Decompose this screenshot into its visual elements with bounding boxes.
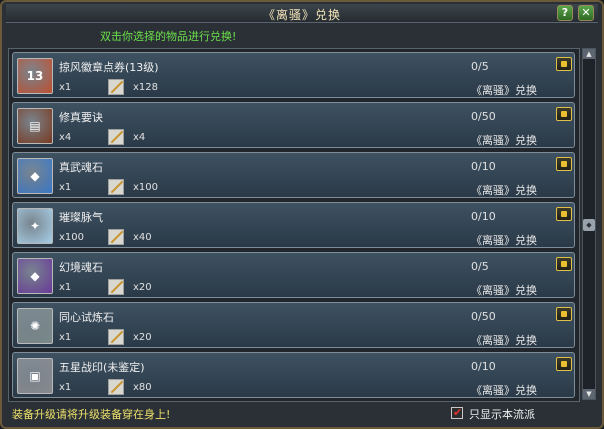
exchange-window: 《离骚》兑换 ? ✕ 双击你选择的物品进行兑换! 13 掠风徽章点券(13级) x1… <box>0 0 604 429</box>
lock-icon[interactable] <box>556 207 572 221</box>
exchange-progress: 0/5 <box>471 60 489 73</box>
item-quantity: x4 <box>59 132 72 143</box>
lock-icon[interactable] <box>556 257 572 271</box>
close-button[interactable]: ✕ <box>578 5 594 21</box>
exchange-action-label: 《离骚》兑换 <box>471 284 537 297</box>
show-own-school-label[interactable]: 只显示本流派 <box>469 406 535 422</box>
exchange-action-label: 《离骚》兑换 <box>471 384 537 397</box>
exchange-row[interactable]: ▤ 修真要诀 x4 x4 0/50 《离骚》兑换 <box>12 102 575 148</box>
currency-icon <box>108 79 124 95</box>
item-cost: x20 <box>133 282 152 293</box>
show-own-school-checkbox[interactable] <box>451 406 463 419</box>
instruction-text: 双击你选择的物品进行兑换! <box>100 30 237 43</box>
item-name: 璀璨脉气 <box>59 211 103 224</box>
item-cost: x4 <box>133 132 146 143</box>
exchange-progress: 0/5 <box>471 260 489 273</box>
currency-icon <box>108 379 124 395</box>
currency-icon <box>108 179 124 195</box>
item-name: 掠风徽章点券(13级) <box>59 61 159 74</box>
item-quantity: x1 <box>59 382 72 393</box>
lock-icon[interactable] <box>556 107 572 121</box>
exchange-action-label: 《离骚》兑换 <box>471 234 537 247</box>
exchange-progress: 0/10 <box>471 210 496 223</box>
item-cost: x100 <box>133 182 159 193</box>
item-icon[interactable]: ▣ <box>17 358 53 394</box>
footer-hint: 装备升级请将升级装备穿在身上! <box>12 408 171 421</box>
currency-icon <box>108 329 124 345</box>
item-icon[interactable]: ◆ <box>17 258 53 294</box>
item-icon[interactable]: ▤ <box>17 108 53 144</box>
item-cost: x128 <box>133 82 159 93</box>
exchange-row[interactable]: ✦ 璀璨脉气 x100 x40 0/10 《离骚》兑换 <box>12 202 575 248</box>
exchange-item-list: 13 掠风徽章点券(13级) x1 x128 0/5 《离骚》兑换 ▤ 修真要诀 x4 x4 0/5… <box>8 48 580 402</box>
item-cost: x20 <box>133 332 152 343</box>
help-button[interactable]: ? <box>557 5 573 21</box>
exchange-row[interactable]: 13 掠风徽章点券(13级) x1 x128 0/5 《离骚》兑换 <box>12 52 575 98</box>
scrollbar[interactable]: ▲ ◆ ▼ <box>582 48 596 400</box>
exchange-progress: 0/10 <box>471 360 496 373</box>
item-name: 幻境魂石 <box>59 261 103 274</box>
exchange-progress: 0/10 <box>471 160 496 173</box>
exchange-action-label: 《离骚》兑换 <box>471 84 537 97</box>
exchange-row[interactable]: ◆ 真武魂石 x1 x100 0/10 《离骚》兑换 <box>12 152 575 198</box>
currency-icon <box>108 129 124 145</box>
item-quantity: x1 <box>59 332 72 343</box>
item-name: 修真要诀 <box>59 111 103 124</box>
scroll-thumb[interactable]: ◆ <box>583 219 595 231</box>
title-bar[interactable]: 《离骚》兑换 ? ✕ <box>6 4 598 23</box>
lock-icon[interactable] <box>556 157 572 171</box>
lock-icon[interactable] <box>556 57 572 71</box>
exchange-row[interactable]: ▣ 五星战印(未鉴定) x1 x80 0/10 《离骚》兑换 <box>12 352 575 398</box>
exchange-action-label: 《离骚》兑换 <box>471 184 537 197</box>
exchange-progress: 0/50 <box>471 110 496 123</box>
item-quantity: x100 <box>59 232 85 243</box>
item-quantity: x1 <box>59 282 72 293</box>
lock-icon[interactable] <box>556 357 572 371</box>
lock-icon[interactable] <box>556 307 572 321</box>
scroll-up-icon[interactable]: ▲ <box>583 49 595 59</box>
item-name: 五星战印(未鉴定) <box>59 361 145 374</box>
currency-icon <box>108 229 124 245</box>
exchange-row[interactable]: ✺ 同心试炼石 x1 x20 0/50 《离骚》兑换 <box>12 302 575 348</box>
item-icon[interactable]: ✺ <box>17 308 53 344</box>
item-name: 同心试炼石 <box>59 311 114 324</box>
exchange-progress: 0/50 <box>471 310 496 323</box>
item-cost: x40 <box>133 232 152 243</box>
item-cost: x80 <box>133 382 152 393</box>
item-icon[interactable]: ✦ <box>17 208 53 244</box>
item-quantity: x1 <box>59 182 72 193</box>
exchange-action-label: 《离骚》兑换 <box>471 334 537 347</box>
exchange-row[interactable]: ◆ 幻境魂石 x1 x20 0/5 《离骚》兑换 <box>12 252 575 298</box>
item-quantity: x1 <box>59 82 72 93</box>
window-title: 《离骚》兑换 <box>262 8 341 22</box>
scroll-down-icon[interactable]: ▼ <box>583 389 595 399</box>
currency-icon <box>108 279 124 295</box>
exchange-action-label: 《离骚》兑换 <box>471 134 537 147</box>
item-icon[interactable]: 13 <box>17 58 53 94</box>
item-name: 真武魂石 <box>59 161 103 174</box>
item-icon[interactable]: ◆ <box>17 158 53 194</box>
